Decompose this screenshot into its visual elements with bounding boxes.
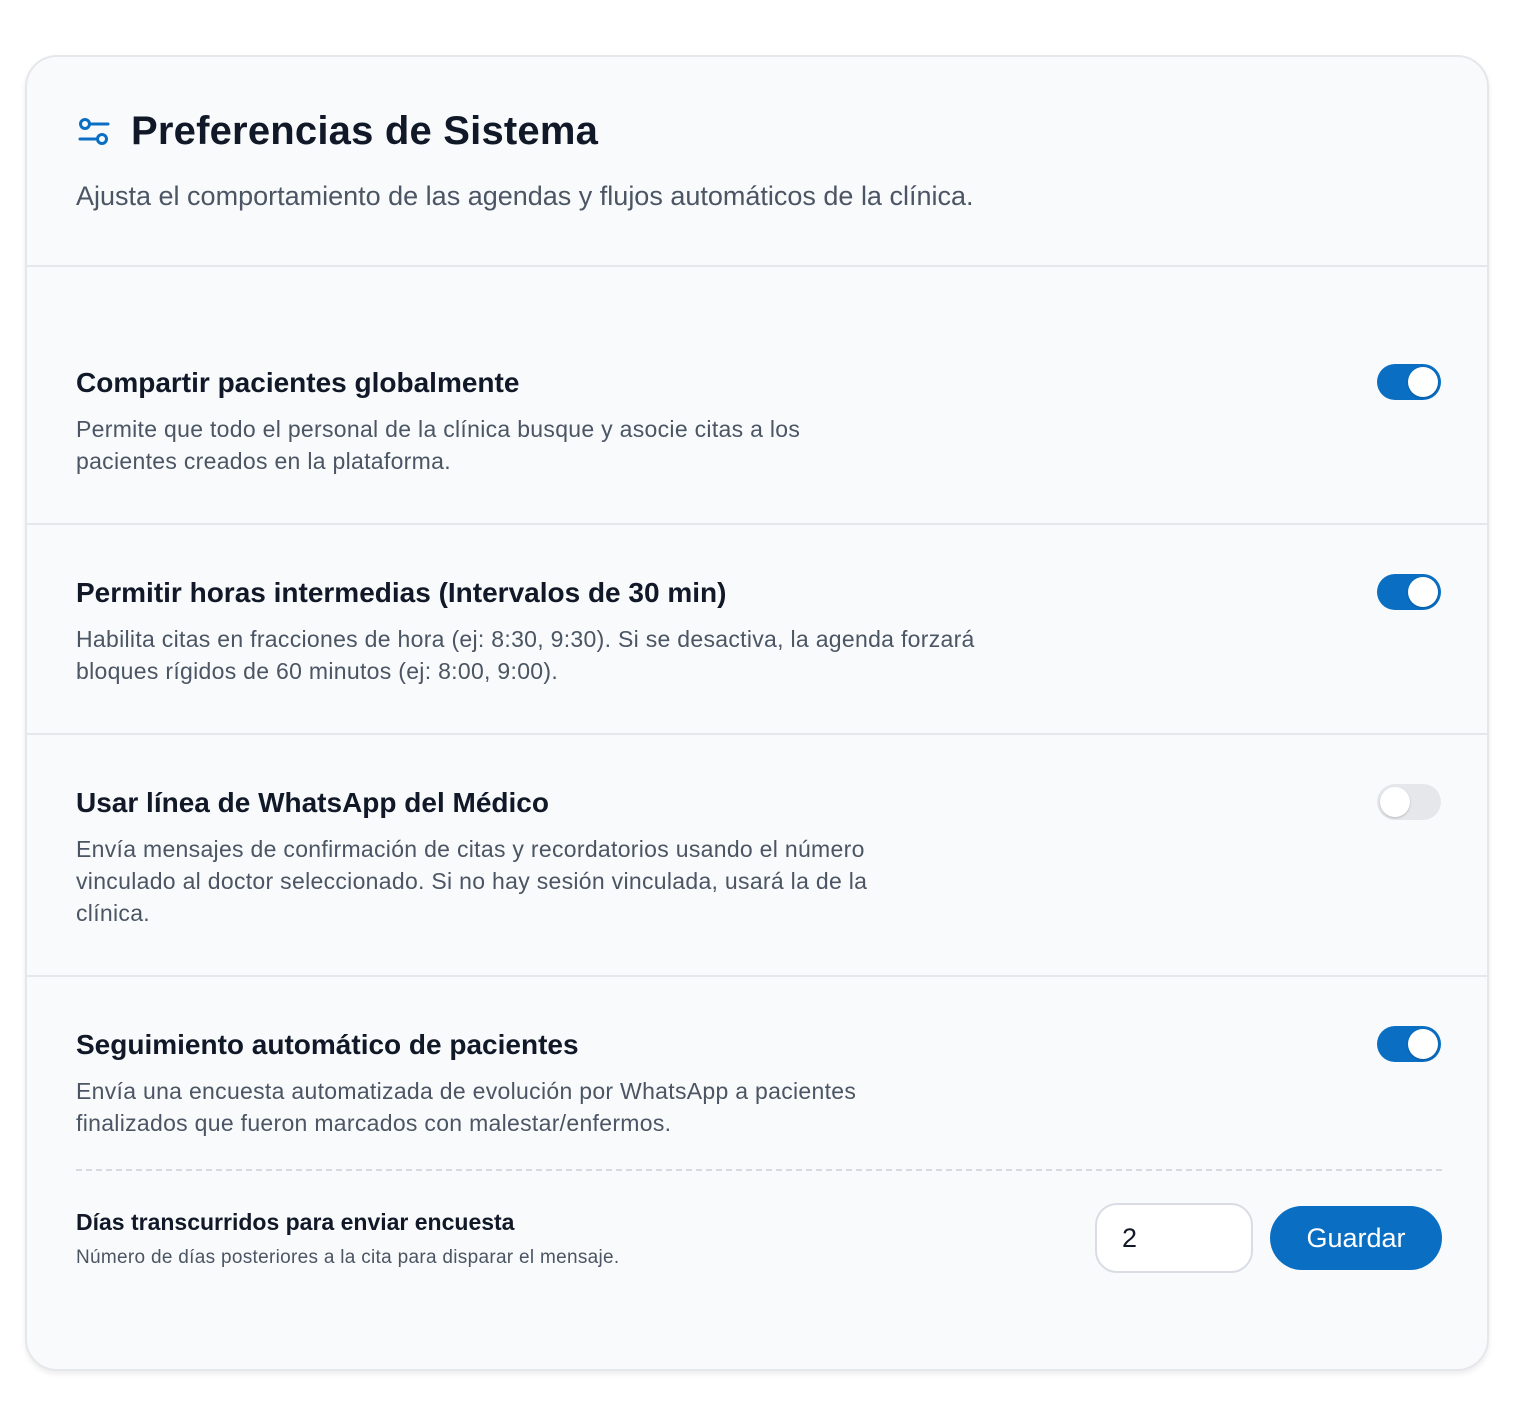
card-header: Preferencias de Sistema Ajusta el compor… [27,57,1487,267]
setting-auto-followup: Seguimiento automático de pacientes Enví… [27,977,1487,1369]
setting-doctor-whatsapp: Usar línea de WhatsApp del Médico Envía … [27,735,1487,977]
share-patients-toggle[interactable] [1377,364,1441,400]
doctor-whatsapp-toggle[interactable] [1377,784,1441,820]
setting-title: Seguimiento automático de pacientes [76,1029,579,1060]
setting-title: Permitir horas intermedias (Intervalos d… [76,577,727,608]
setting-description: Habilita citas en fracciones de hora (ej… [76,626,975,684]
page-title: Preferencias de Sistema [131,109,599,153]
title-row: Preferencias de Sistema [77,109,598,154]
setting-half-hours: Permitir horas intermedias (Intervalos d… [27,525,1487,735]
setting-share-patients: Compartir pacientes globalmente Permite … [27,267,1487,525]
survey-days-description: Número de días posteriores a la cita par… [76,1247,620,1268]
half-hours-toggle[interactable] [1377,574,1441,610]
toggle-knob [1408,577,1438,607]
setting-description: Envía una encuesta automatizada de evolu… [76,1078,857,1136]
setting-title: Usar línea de WhatsApp del Médico [76,787,549,818]
divider [76,1169,1442,1171]
toggle-knob [1408,367,1438,397]
auto-followup-toggle[interactable] [1377,1026,1441,1062]
survey-days-input[interactable] [1095,1203,1253,1273]
system-preferences-card: Preferencias de Sistema Ajusta el compor… [25,55,1489,1371]
page-subtitle: Ajusta el comportamiento de las agendas … [76,181,974,211]
toggle-knob [1408,1029,1438,1059]
survey-days-title: Días transcurridos para enviar encuesta [76,1209,515,1235]
setting-description: Envía mensajes de confirmación de citas … [76,836,868,926]
save-button[interactable]: Guardar [1270,1206,1442,1270]
sliders-icon [77,115,111,149]
toggle-knob [1380,787,1410,817]
setting-description: Permite que todo el personal de la clíni… [76,416,801,474]
setting-title: Compartir pacientes globalmente [76,367,520,398]
